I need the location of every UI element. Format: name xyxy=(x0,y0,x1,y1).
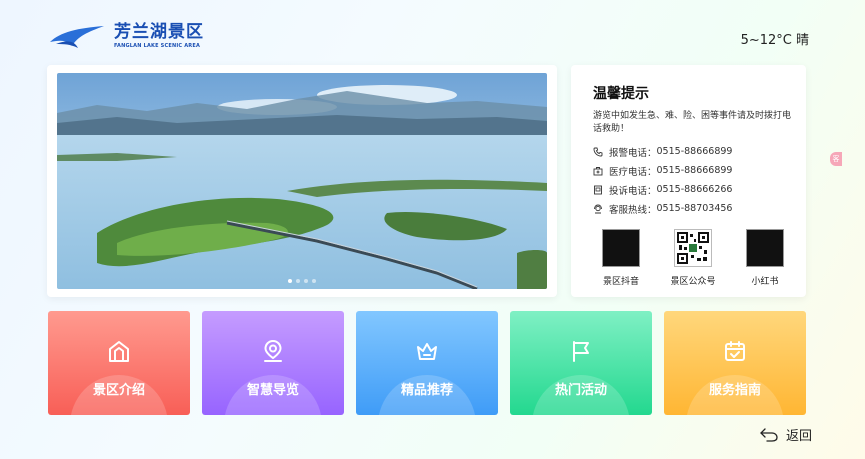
qr-code-image xyxy=(746,229,784,267)
back-label: 返回 xyxy=(786,429,813,444)
logo-title: 芳兰湖景区 xyxy=(114,21,204,42)
headset-icon xyxy=(593,204,603,214)
qr-code-image xyxy=(602,229,640,267)
menu-tiles: 景区介绍 智慧导览 精品推荐 热门活动 服务指南 xyxy=(48,311,806,415)
contact-value: 0515-88666899 xyxy=(656,146,733,157)
phone-icon xyxy=(593,147,603,157)
qr-code-row: 景区抖音 景区公众号 小红书 xyxy=(593,229,793,287)
carousel-dot[interactable] xyxy=(296,279,300,283)
tile-hot-events[interactable]: 热门活动 xyxy=(510,311,652,415)
carousel-dot[interactable] xyxy=(312,279,316,283)
tile-label: 景区介绍 xyxy=(92,383,145,398)
complaint-icon xyxy=(593,185,603,195)
back-button[interactable]: 返回 xyxy=(760,425,812,444)
tips-description: 游览中如发生急、难、险、困等事件请及时拨打电话救助！ xyxy=(593,111,792,134)
contact-list: 报警电话： 0515-88666899 医疗电话： 0515-88666899 … xyxy=(593,142,732,218)
tile-service-guide[interactable]: 服务指南 xyxy=(664,311,806,415)
carousel-dot[interactable] xyxy=(288,279,292,283)
contact-label: 报警电话： xyxy=(609,147,657,159)
medical-icon xyxy=(593,166,603,176)
building-icon xyxy=(109,341,129,362)
contact-label: 医疗电话： xyxy=(609,166,657,178)
tips-panel: 温馨提示 游览中如发生急、难、险、困等事件请及时拨打电话救助！ 报警电话： 05… xyxy=(571,65,806,297)
contact-value: 0515-88666266 xyxy=(656,184,733,195)
qr-label: 小红书 xyxy=(751,277,779,287)
contact-value: 0515-88703456 xyxy=(656,203,733,214)
contact-row-service: 客服热线： 0515-88703456 xyxy=(593,199,732,218)
tile-label: 服务指南 xyxy=(708,383,761,398)
qr-label: 景区公众号 xyxy=(670,277,716,287)
back-arrow-icon xyxy=(760,427,778,442)
flag-icon xyxy=(573,341,589,362)
tile-featured[interactable]: 精品推荐 xyxy=(356,311,498,415)
tile-label: 精品推荐 xyxy=(400,383,453,398)
weather-info: 5~12°C 晴 xyxy=(740,33,809,48)
crown-icon xyxy=(417,343,437,360)
banner-image[interactable] xyxy=(57,73,547,289)
tile-label: 智慧导览 xyxy=(246,383,299,398)
contact-row-complaint: 投诉电话： 0515-88666266 xyxy=(593,180,732,199)
contact-label: 投诉电话： xyxy=(609,185,657,197)
tile-scenic-intro[interactable]: 景区介绍 xyxy=(48,311,190,415)
qr-wechat[interactable]: 景区公众号 xyxy=(665,229,721,287)
contact-value: 0515-88666899 xyxy=(656,165,733,176)
qr-code-image xyxy=(674,229,712,267)
banner-carousel[interactable] xyxy=(47,65,557,297)
calendar-check-icon xyxy=(725,341,745,361)
location-pin-icon xyxy=(264,339,282,362)
lake-scenery-image xyxy=(57,73,547,289)
qr-xiaohongshu[interactable]: 小红书 xyxy=(737,229,793,287)
qr-label: 景区抖音 xyxy=(602,277,639,287)
tile-label: 热门活动 xyxy=(554,383,607,398)
carousel-dot[interactable] xyxy=(304,279,308,283)
logo-subtitle: FANGLAN LAKE SCENIC AREA xyxy=(114,42,201,49)
side-tab[interactable]: 客 xyxy=(830,152,842,166)
contact-label: 客服热线： xyxy=(609,204,657,216)
tile-smart-guide[interactable]: 智慧导览 xyxy=(202,311,344,415)
logo-swoosh-icon xyxy=(50,26,104,48)
contact-row-medical: 医疗电话： 0515-88666899 xyxy=(593,161,732,180)
qr-douyin[interactable]: 景区抖音 xyxy=(593,229,649,287)
logo: 芳兰湖景区 FANGLAN LAKE SCENIC AREA xyxy=(48,22,204,50)
tips-title: 温馨提示 xyxy=(593,86,649,102)
carousel-indicators xyxy=(57,279,547,283)
contact-row-police: 报警电话： 0515-88666899 xyxy=(593,142,732,161)
